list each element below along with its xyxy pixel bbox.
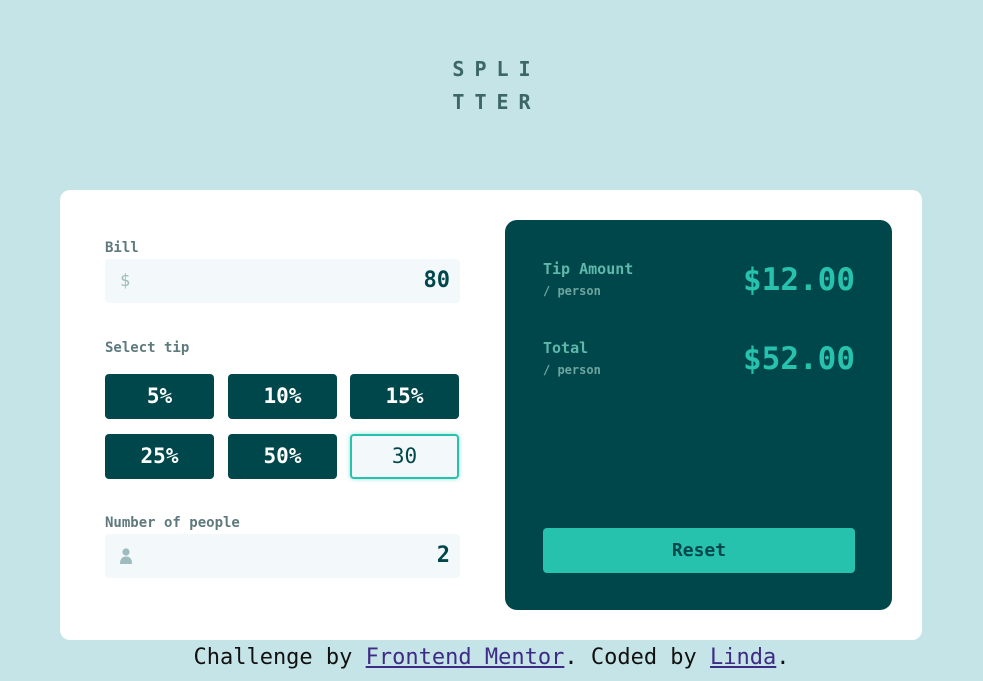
result-panel: Tip Amount / person $12.00 Total / perso… <box>505 220 892 610</box>
person-icon <box>120 548 132 564</box>
tip-button-15[interactable]: 15% <box>350 374 459 419</box>
reset-button[interactable]: Reset <box>543 528 855 573</box>
tip-button-10[interactable]: 10% <box>228 374 337 419</box>
tip-amount-per-person: / person <box>543 284 601 298</box>
footer-text-1: Challenge by <box>193 645 366 670</box>
logo-line-1: SPLI <box>452 57 541 81</box>
bill-input[interactable]: $ 80 <box>105 259 460 303</box>
tip-amount-value: $12.00 <box>743 262 855 298</box>
people-label: Number of people <box>105 515 240 531</box>
tip-button-25[interactable]: 25% <box>105 434 214 479</box>
total-label: Total <box>543 339 589 357</box>
frontend-mentor-link[interactable]: Frontend Mentor <box>366 645 565 670</box>
tip-button-5[interactable]: 5% <box>105 374 214 419</box>
footer-text-3: . <box>776 645 790 670</box>
calculator-card: Bill $ 80 Select tip 5% 10% 15% 25% 50% … <box>60 190 922 640</box>
bill-label: Bill <box>105 240 139 256</box>
author-link[interactable]: Linda <box>710 645 776 670</box>
people-input[interactable]: 2 <box>105 534 460 578</box>
tip-button-50[interactable]: 50% <box>228 434 337 479</box>
app-logo: SPLI TTER <box>0 53 983 119</box>
footer-text-2: . Coded by <box>564 645 711 670</box>
dollar-icon: $ <box>120 271 131 291</box>
custom-tip-input[interactable]: 30 <box>350 434 459 479</box>
attribution-footer: Challenge by Frontend Mentor. Coded by L… <box>0 645 983 670</box>
total-per-person: / person <box>543 363 601 377</box>
logo-line-2: TTER <box>452 90 541 114</box>
tip-amount-label: Tip Amount <box>543 260 634 278</box>
select-tip-label: Select tip <box>105 340 190 356</box>
people-input-value: 2 <box>436 543 450 568</box>
bill-input-value: 80 <box>423 268 451 293</box>
total-value: $52.00 <box>743 341 855 377</box>
